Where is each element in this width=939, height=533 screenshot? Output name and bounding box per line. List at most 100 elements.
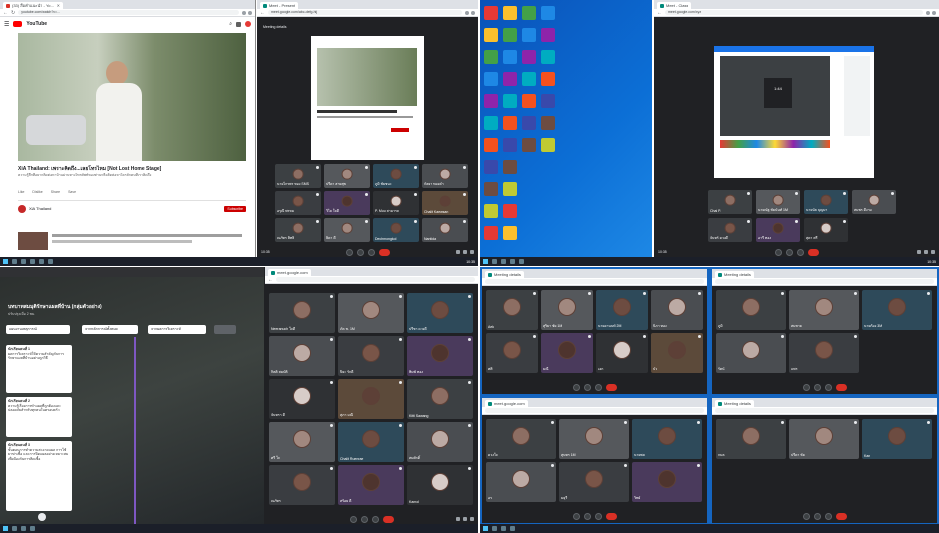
address-bar[interactable] — [485, 408, 704, 413]
participant-tile[interactable]: Nantida — [422, 218, 468, 242]
desktop-shortcut-icon[interactable] — [503, 182, 517, 196]
task-view-icon[interactable] — [21, 259, 26, 264]
participant-tile[interactable]: ดวงใจ — [486, 419, 556, 459]
reload-icon[interactable]: ↻ — [11, 10, 15, 16]
close-tab-icon[interactable]: ✕ — [57, 2, 60, 9]
mic-button[interactable] — [572, 512, 580, 520]
column-header-1[interactable]: แผนงานเหตุการณ์ — [6, 325, 70, 334]
desktop-shortcut-icon[interactable] — [484, 28, 498, 42]
desktop-shortcut-icon[interactable] — [484, 72, 498, 86]
padlet-card-3[interactable]: นักเรียนคนที่ 3 ขั้นตอนการทำความสะอาดแผล … — [6, 441, 72, 511]
participant-tile[interactable]: สุนทร 1M — [559, 419, 629, 459]
chrome-icon[interactable] — [30, 259, 35, 264]
end-call-button[interactable] — [605, 512, 617, 520]
participant-tile[interactable]: วิทย์ — [632, 462, 702, 502]
participant-tile[interactable]: บัว — [651, 333, 703, 373]
end-call-button[interactable] — [835, 512, 847, 520]
camera-button[interactable] — [583, 383, 591, 391]
dislike-button[interactable]: Dislike — [32, 190, 42, 194]
browser-tab[interactable]: meet.google.com — [485, 400, 528, 407]
participant-tile[interactable]: Chalit Kaewsan — [422, 191, 468, 215]
search-icon[interactable] — [12, 259, 17, 264]
edge-icon[interactable] — [48, 259, 53, 264]
participant-tile[interactable]: Dechmongkol — [373, 218, 419, 242]
participant-tile[interactable]: จันทรา ดี — [269, 379, 335, 419]
participant-tile[interactable]: ศศิ — [486, 333, 538, 373]
share-button[interactable]: Share — [51, 190, 60, 194]
desktop-shortcut-icon[interactable] — [541, 6, 555, 20]
participant-tile[interactable]: เอก — [596, 333, 648, 373]
desktop-shortcut-icon[interactable] — [484, 160, 498, 174]
participant-tile[interactable]: กัลยา ทองคำ — [422, 164, 468, 188]
windows-start-icon[interactable] — [3, 259, 8, 264]
participant-tile[interactable]: มณี — [541, 333, 593, 373]
participant-tile[interactable]: ปรีดา สายสุข — [324, 164, 370, 188]
participant-tile[interactable]: อร — [486, 462, 556, 502]
mic-button[interactable] — [802, 512, 810, 520]
participant-tile[interactable]: ภูมิ ชัยชนะ — [373, 164, 419, 188]
desktop-shortcut-icon[interactable] — [541, 28, 555, 42]
present-button[interactable] — [594, 512, 602, 520]
participant-tile[interactable]: ภัค ช. 1M — [338, 293, 404, 333]
add-post-button[interactable] — [38, 513, 46, 521]
participant-tile[interactable]: มยุรี — [559, 462, 629, 502]
column-header-2[interactable]: จากหลักการณ์ทั้งหมด — [82, 325, 138, 334]
desktop-shortcut-icon[interactable] — [484, 6, 498, 20]
present-button[interactable] — [824, 512, 832, 520]
participant-tile[interactable]: สุริยา ชัย 1M — [541, 290, 593, 330]
participant-tile[interactable]: Aek — [486, 290, 538, 330]
desktop-shortcut-icon[interactable] — [503, 6, 517, 20]
participant-tile[interactable]: รัตน์ — [716, 333, 786, 373]
participant-tile[interactable]: ณภัทร สิทธิ — [275, 218, 321, 242]
participant-tile[interactable]: ปรีชา ดวงดี — [407, 293, 473, 333]
participant-tile[interactable]: ธิดา ดี — [324, 218, 370, 242]
participant-tile[interactable]: Kamol — [407, 465, 473, 505]
desktop-shortcut-icon[interactable] — [484, 94, 498, 108]
back-icon[interactable]: ← — [3, 10, 8, 16]
participant-tile[interactable]: Chalit Ruenrae — [338, 422, 404, 462]
address-bar[interactable]: youtube.com/watch?v=... — [18, 10, 239, 15]
participant-tile[interactable]: นิภา ทอง — [651, 290, 703, 330]
desktop-shortcut-icon[interactable] — [522, 72, 536, 86]
end-call-button[interactable] — [605, 383, 617, 391]
participant-tile[interactable]: สุภา มณี — [338, 379, 404, 419]
desktop-shortcut-icon[interactable] — [541, 50, 555, 64]
desktop-shortcut-icon[interactable] — [503, 50, 517, 64]
end-call-button[interactable] — [835, 383, 847, 391]
participant-tile[interactable]: Kan — [862, 419, 932, 459]
browser-tab[interactable]: Meeting details — [715, 271, 754, 278]
explorer-icon[interactable] — [39, 259, 44, 264]
desktop-shortcut-icon[interactable] — [503, 94, 517, 108]
participant-tile[interactable]: สร้อย ดี — [338, 465, 404, 505]
desktop-shortcut-icon[interactable] — [503, 204, 517, 218]
participant-tile[interactable]: นายไกรพร ทอง SMS — [275, 164, 321, 188]
channel-avatar[interactable] — [18, 204, 26, 213]
search-icon[interactable] — [12, 526, 17, 531]
profile-icon[interactable] — [248, 10, 252, 15]
desktop-shortcut-icon[interactable] — [522, 28, 536, 42]
camera-button[interactable] — [813, 383, 821, 391]
save-button[interactable]: Save — [68, 190, 76, 194]
desktop-shortcut-icon[interactable] — [503, 160, 517, 174]
desktop-shortcut-icon[interactable] — [484, 138, 498, 152]
desktop-shortcut-icon[interactable] — [522, 116, 536, 130]
desktop-shortcut-icon[interactable] — [522, 138, 536, 152]
participant-tile[interactable]: P. Muu สามารถ — [373, 191, 419, 215]
browser-tab[interactable]: Meeting details — [715, 400, 754, 407]
present-button[interactable] — [594, 383, 602, 391]
youtube-logo-icon[interactable] — [13, 21, 23, 27]
desktop-shortcut-icon[interactable] — [503, 138, 517, 152]
address-bar[interactable] — [485, 279, 704, 284]
desktop-shortcut-icon[interactable] — [503, 72, 517, 86]
video-player[interactable] — [18, 33, 246, 161]
explorer-icon[interactable] — [30, 526, 35, 531]
mic-button[interactable] — [802, 383, 810, 391]
desktop-shortcut-icon[interactable] — [503, 226, 517, 240]
participant-tile[interactable]: อรุณี พรหม — [275, 191, 321, 215]
participant-tile[interactable]: วิไล ใจดี — [324, 191, 370, 215]
participant-tile[interactable]: ณภัทร — [269, 465, 335, 505]
desktop-shortcut-icon[interactable] — [484, 226, 498, 240]
subscribe-button[interactable]: Subscribe — [224, 205, 246, 212]
column-header-3[interactable]: จากผลการวิเคราะห์ — [148, 325, 206, 334]
participant-tile[interactable]: กมล — [716, 419, 786, 459]
